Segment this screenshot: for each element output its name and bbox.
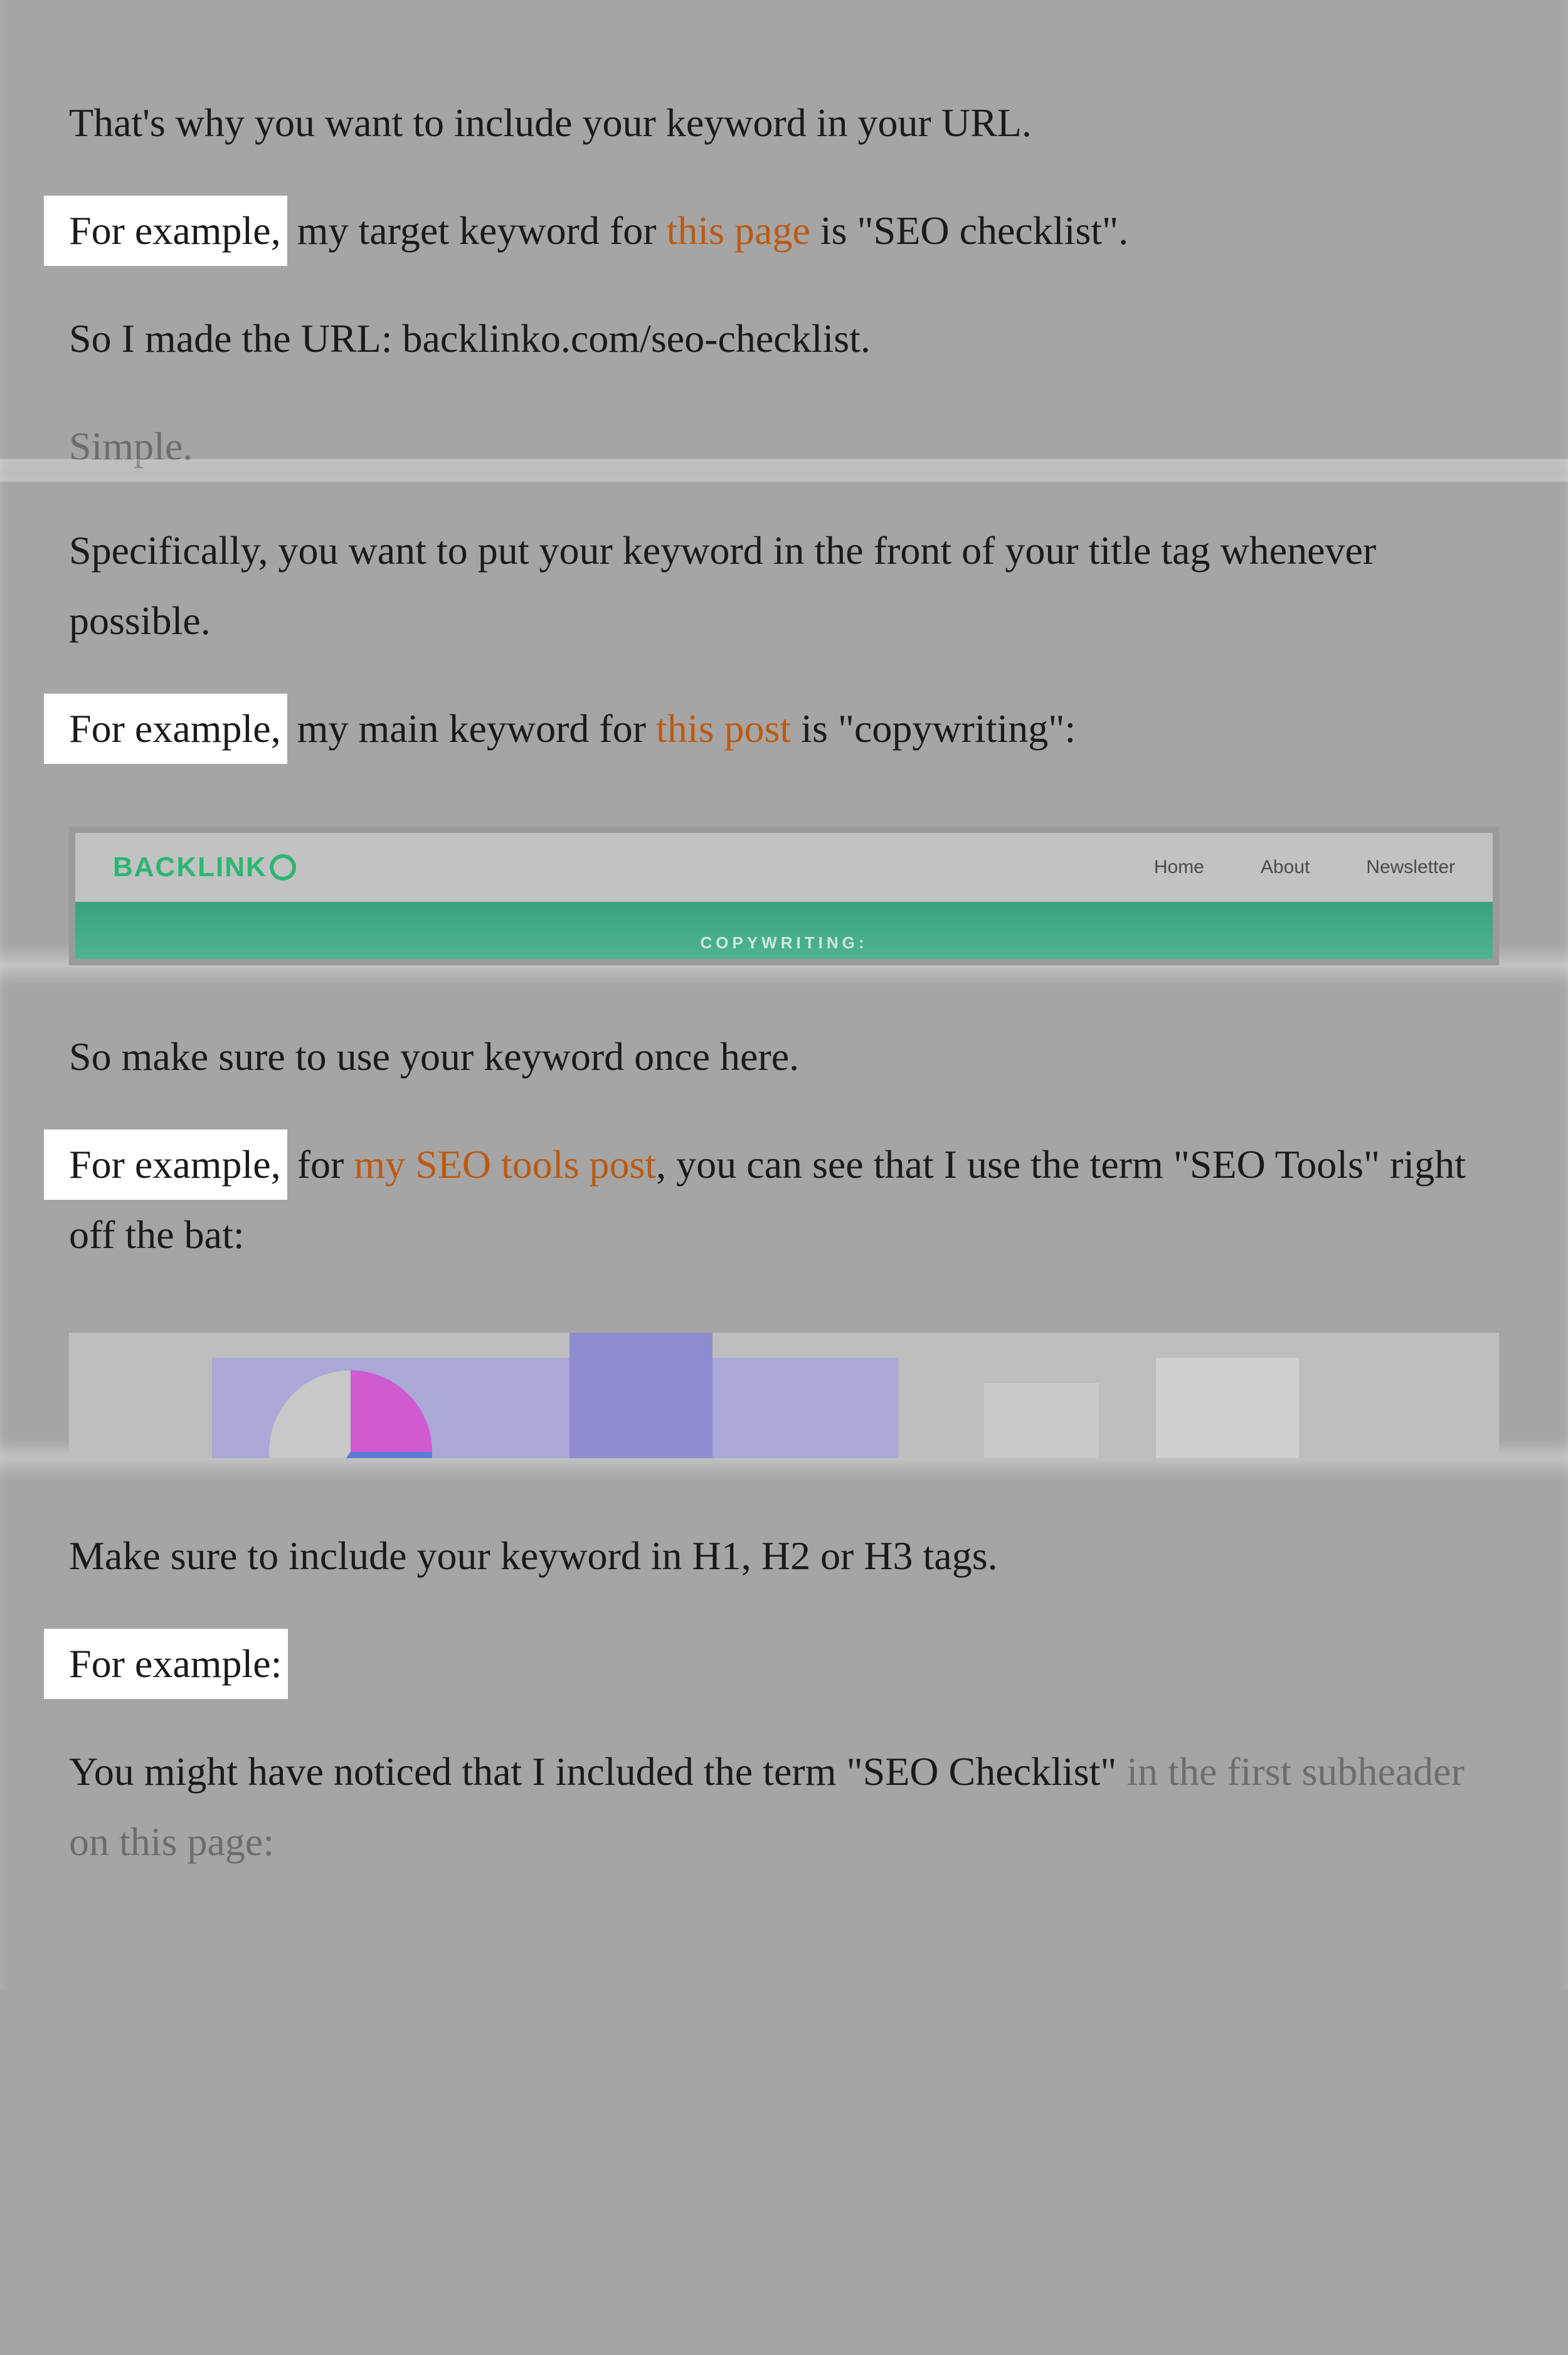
body-text: Make sure to include your keyword in H1,… [69, 1483, 1499, 1629]
excerpt-2: Specifically, you want to put your keywo… [0, 459, 1568, 965]
nav-link-newsletter[interactable]: Newsletter [1366, 857, 1455, 878]
hero-label: COPYWRITING: [75, 933, 1493, 953]
body-text-span: my main keyword for [287, 706, 656, 751]
highlighted-phrase: For example, [44, 196, 287, 266]
inline-link[interactable]: my SEO tools post [354, 1142, 656, 1187]
logo-o-icon [270, 854, 296, 881]
highlighted-phrase: For example, [44, 1130, 287, 1200]
highlighted-phrase: For example: [44, 1629, 288, 1699]
excerpt-3: So make sure to use your keyword once he… [0, 965, 1568, 1458]
excerpt-4: Make sure to include your keyword in H1,… [0, 1458, 1568, 1990]
body-text-span: is "SEO checklist". [810, 208, 1128, 253]
illustration-block [984, 1383, 1098, 1458]
body-text: For example, for my SEO tools post, you … [69, 1130, 1499, 1308]
body-text: So I made the URL: backlinko.com/seo-che… [69, 304, 1499, 411]
embedded-hero: COPYWRITING: [75, 902, 1493, 959]
embedded-navbar: BACKLINK Home About Newsletter [75, 833, 1493, 902]
body-text: Specifically, you want to put your keywo… [69, 478, 1499, 694]
embedded-screenshot-backlinko: BACKLINK Home About Newsletter COPYWRITI… [69, 827, 1499, 965]
body-text: You might have noticed that I included t… [69, 1737, 1499, 1915]
highlighted-phrase: For example, [44, 694, 287, 764]
nav-link-about[interactable]: About [1261, 857, 1310, 878]
body-text-span: is "copywriting": [791, 706, 1076, 751]
body-text-span: You might have noticed that I included t… [69, 1749, 1126, 1794]
embedded-inner: BACKLINK Home About Newsletter COPYWRITI… [75, 833, 1493, 959]
inline-link[interactable]: this post [656, 706, 791, 751]
embedded-screenshot-illustration [69, 1333, 1499, 1458]
excerpt-1: That's why you want to include your keyw… [0, 0, 1568, 482]
illustration-block [1156, 1358, 1299, 1458]
body-text: That's why you want to include your keyw… [69, 50, 1499, 196]
body-text: For example, my target keyword for this … [69, 196, 1499, 304]
inline-link[interactable]: this page [667, 208, 810, 253]
body-text-span: for [287, 1142, 354, 1187]
body-text: So make sure to use your keyword once he… [69, 984, 1499, 1130]
embedded-nav-links: Home About Newsletter [1154, 857, 1455, 878]
illustration-block [569, 1333, 712, 1458]
article-excerpts: That's why you want to include your keyw… [0, 0, 1568, 1990]
body-text: For example: [69, 1629, 1499, 1737]
body-text: For example, my main keyword for this po… [69, 694, 1499, 802]
body-text-span: my target keyword for [287, 208, 667, 253]
logo-text: BACKLINK [113, 852, 267, 883]
backlinko-logo: BACKLINK [113, 852, 296, 883]
nav-link-home[interactable]: Home [1154, 857, 1204, 878]
